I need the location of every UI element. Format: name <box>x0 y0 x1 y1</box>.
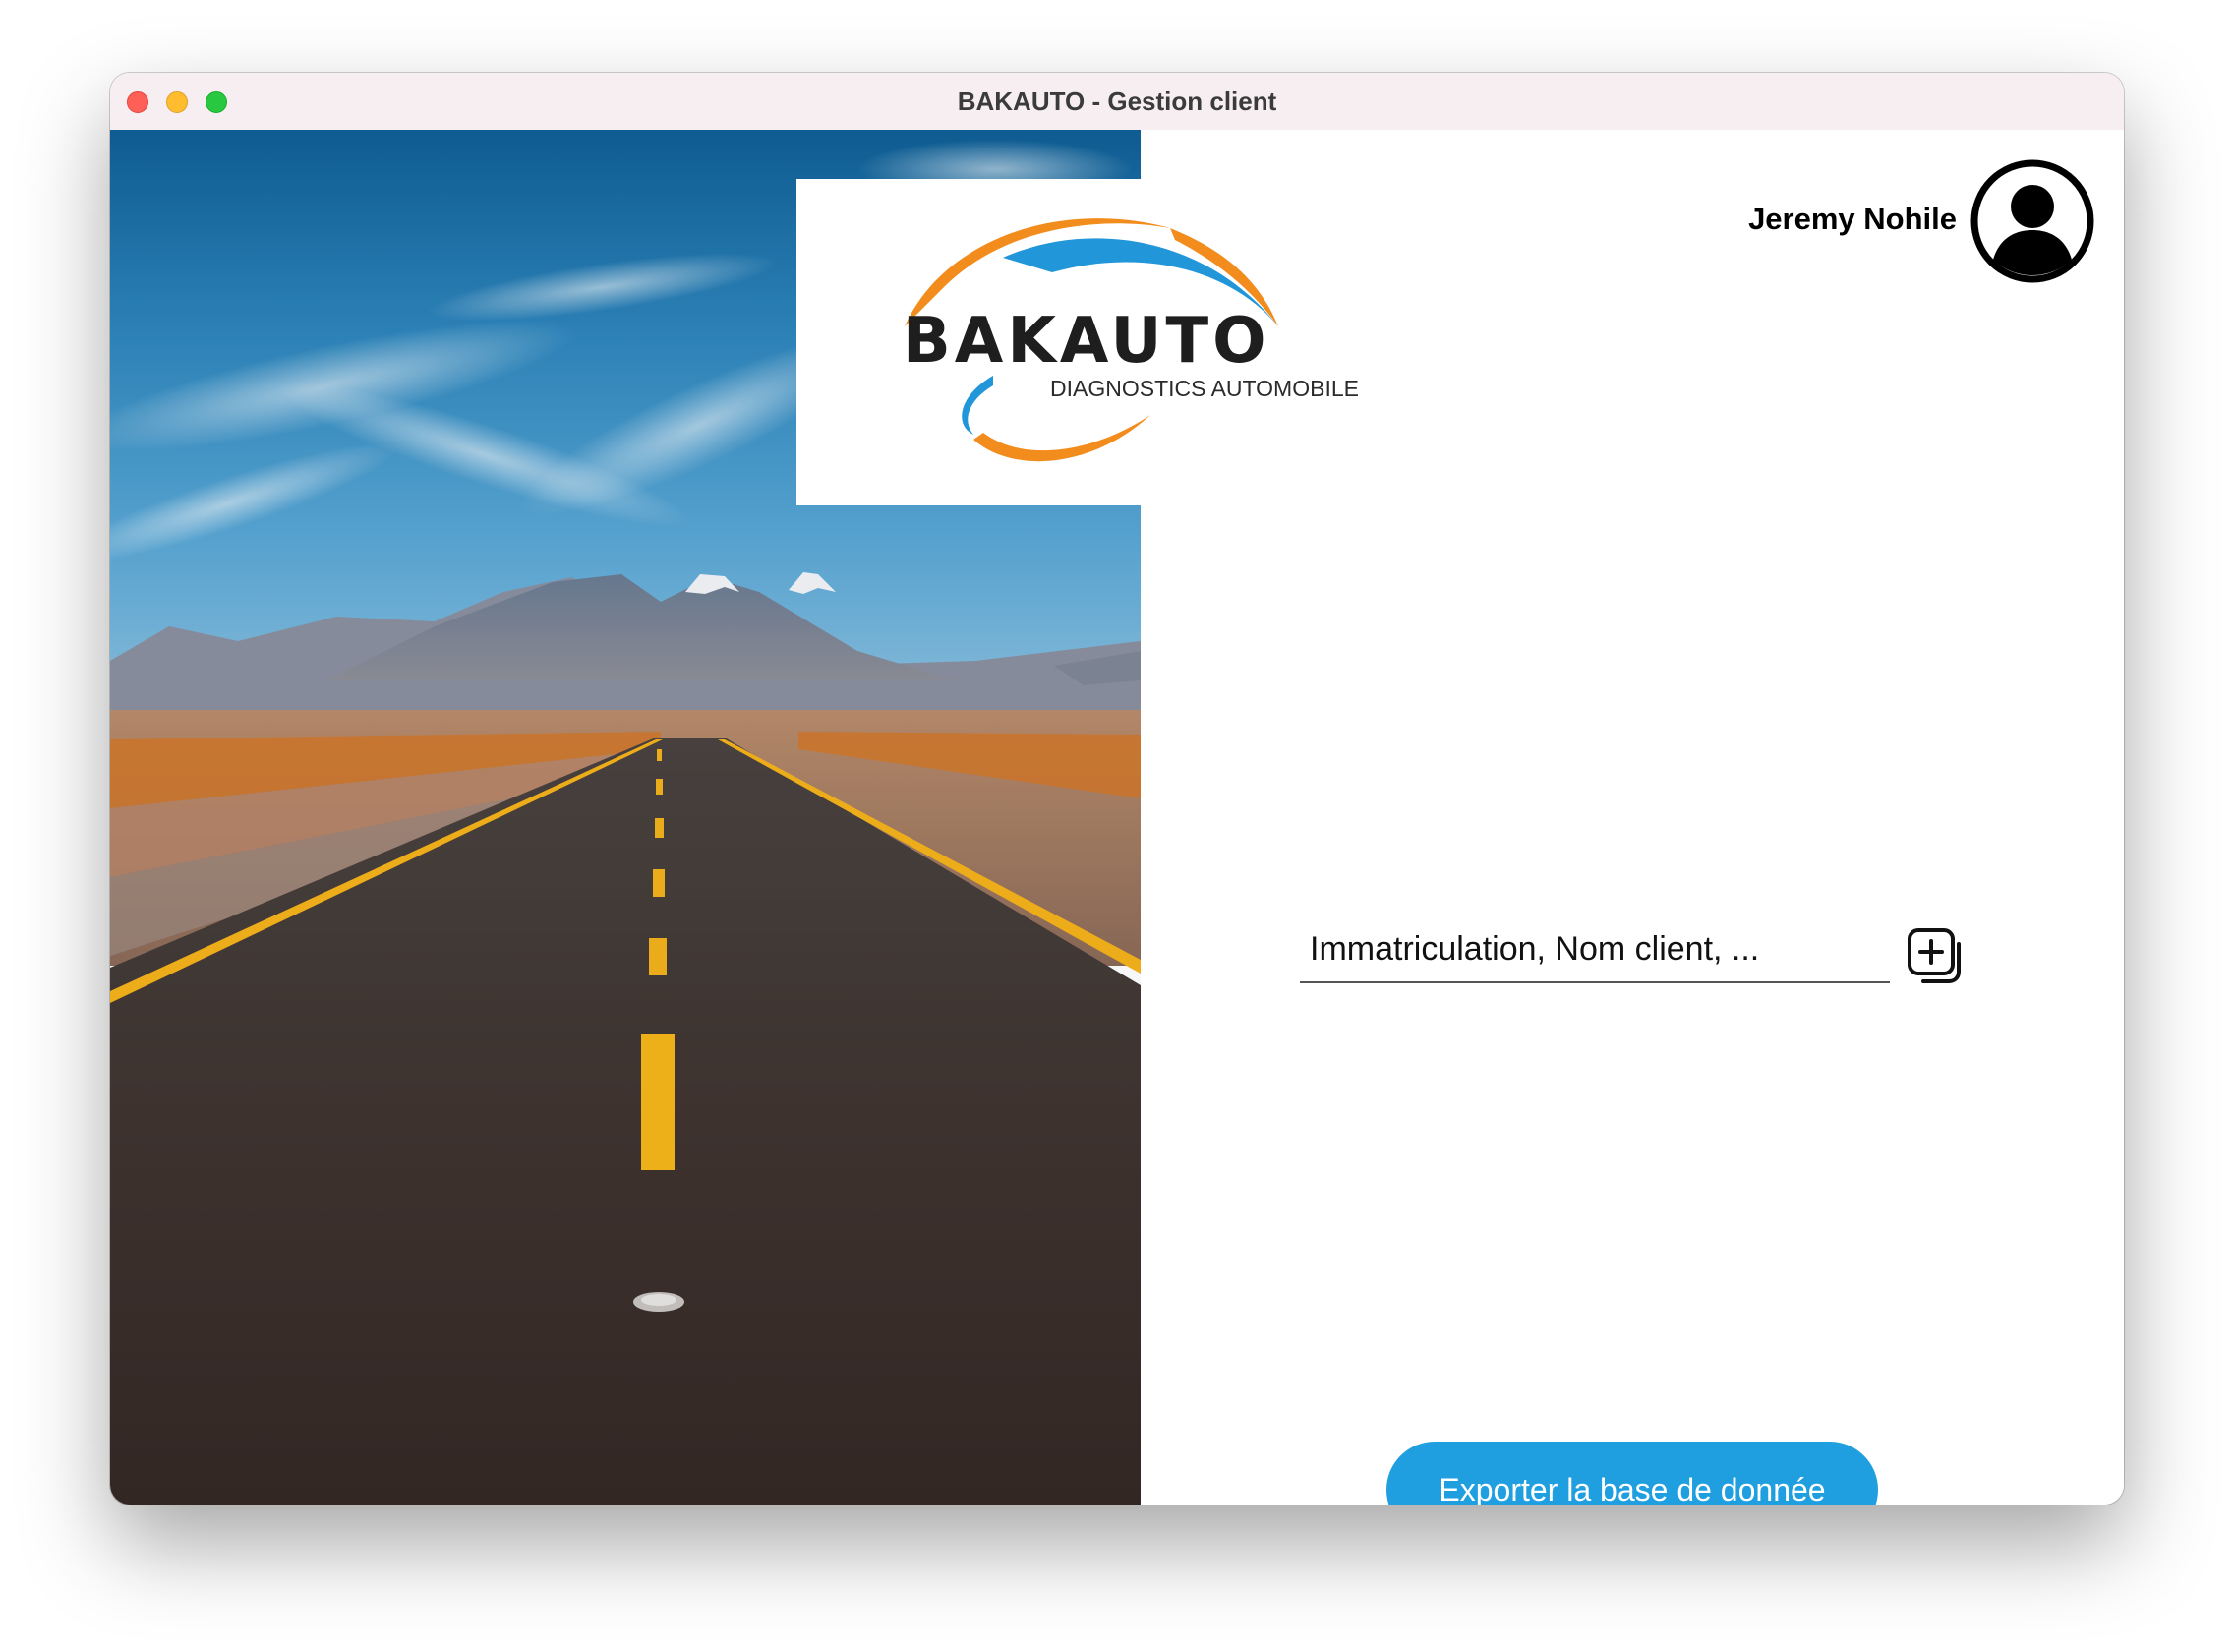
app-window: BAKAUTO - Gestion client BAKAUTO DIAGNOS… <box>110 73 2124 1504</box>
brand-logo-card: BAKAUTO DIAGNOSTICS AUTOMOBILE <box>796 179 1359 505</box>
title-bar: BAKAUTO - Gestion client <box>110 73 2124 131</box>
desktop: BAKAUTO - Gestion client BAKAUTO DIAGNOS… <box>0 0 2234 1652</box>
user-profile[interactable]: Jeremy Nohile <box>1748 157 2096 285</box>
search-field[interactable] <box>1300 918 1890 983</box>
search-input[interactable] <box>1300 918 1880 979</box>
user-name: Jeremy Nohile <box>1748 202 1957 236</box>
window-title: BAKAUTO - Gestion client <box>957 87 1277 116</box>
brand-tagline: DIAGNOSTICS AUTOMOBILE <box>1050 376 1359 401</box>
main-content: BAKAUTO DIAGNOSTICS AUTOMOBILE Jeremy No… <box>110 130 2124 1504</box>
user-circle-icon[interactable] <box>1969 157 2096 285</box>
add-square-icon[interactable] <box>1906 926 1965 985</box>
brand-name: BAKAUTO <box>903 305 1270 378</box>
export-database-button[interactable]: Exporter la base de donnée <box>1386 1442 1878 1504</box>
